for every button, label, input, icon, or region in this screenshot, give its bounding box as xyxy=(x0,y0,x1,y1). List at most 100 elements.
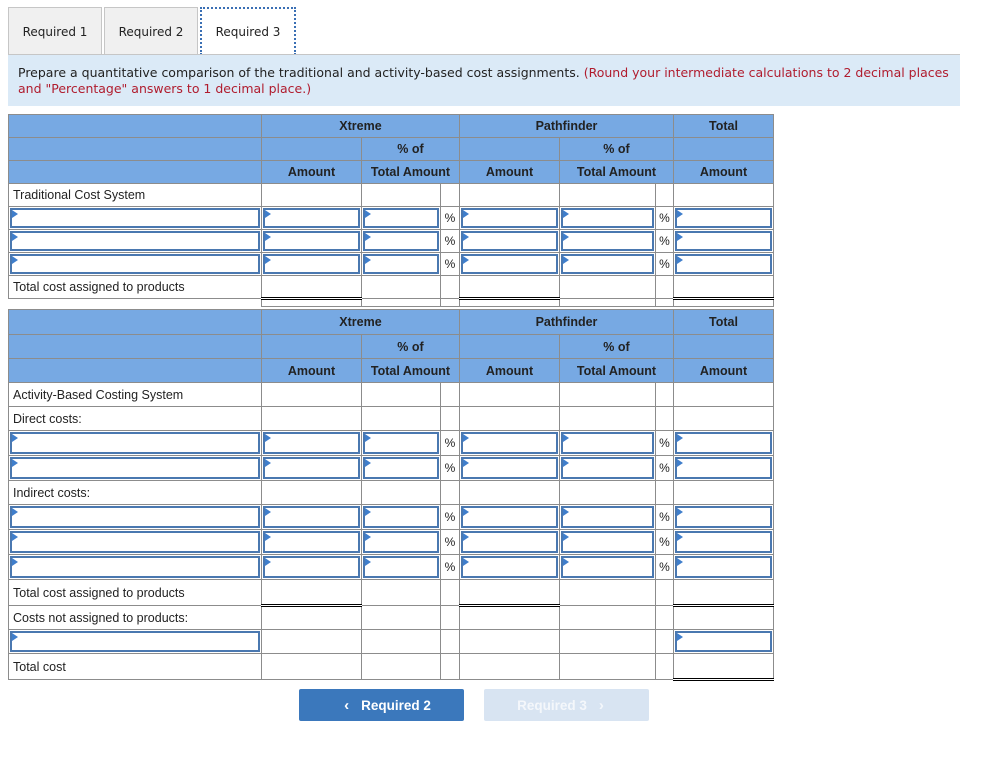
header-row-product: Xtreme Pathfinder Total xyxy=(8,114,774,138)
total-assigned-cell xyxy=(673,579,774,607)
header-pct-of: % of xyxy=(361,334,460,359)
pathfinder-pct-input[interactable] xyxy=(561,231,654,251)
total-row: Total cost assigned to products xyxy=(8,579,774,607)
input-row: % % xyxy=(8,229,774,253)
tab-required-2[interactable]: Required 2 xyxy=(104,7,198,55)
pathfinder-pct-input[interactable] xyxy=(561,432,654,454)
pathfinder-pct-input[interactable] xyxy=(561,457,654,479)
pathfinder-amount-input[interactable] xyxy=(461,506,558,528)
prev-required-2-button[interactable]: ‹ Required 2 xyxy=(299,689,464,721)
pct-symbol: % xyxy=(440,554,460,580)
pct-symbol: % xyxy=(440,529,460,555)
pathfinder-pct-input[interactable] xyxy=(561,208,654,228)
xtreme-pct-input[interactable] xyxy=(363,506,439,528)
tab-required-1[interactable]: Required 1 xyxy=(8,7,102,55)
pct-symbol: % xyxy=(655,529,674,555)
cost-label-input[interactable] xyxy=(10,506,260,528)
total-assigned-label: Total cost assigned to products xyxy=(8,579,262,606)
spacer-row xyxy=(8,298,774,307)
tab-required-3[interactable]: Required 3 xyxy=(200,7,296,55)
pathfinder-total-cell xyxy=(459,579,560,607)
header-amount: Amount xyxy=(459,358,560,383)
total-amount-input[interactable] xyxy=(675,556,772,578)
header-amount: Amount xyxy=(261,160,362,184)
cost-label-input[interactable] xyxy=(10,432,260,454)
pathfinder-pct-input[interactable] xyxy=(561,254,654,274)
header-row-amount: Amount Total Amount Amount Total Amount … xyxy=(8,160,774,184)
pathfinder-amount-input[interactable] xyxy=(461,231,558,251)
xtreme-amount-input[interactable] xyxy=(263,506,360,528)
header-total-amount: Total Amount xyxy=(361,160,460,184)
total-amount-input[interactable] xyxy=(675,254,772,274)
pathfinder-pct-input[interactable] xyxy=(561,556,654,578)
xtreme-pct-input[interactable] xyxy=(363,231,439,251)
next-required-3-button: Required 3 › xyxy=(484,689,649,721)
cost-label-input[interactable] xyxy=(10,254,260,274)
total-cost-cell xyxy=(673,653,774,681)
xtreme-pct-input[interactable] xyxy=(363,254,439,274)
cost-label-input[interactable] xyxy=(10,457,260,479)
pct-symbol: % xyxy=(440,252,460,276)
pct-symbol: % xyxy=(440,504,460,530)
unassigned-cost-label-input[interactable] xyxy=(10,631,260,652)
total-amount-input[interactable] xyxy=(675,531,772,553)
header-total-amount: Total Amount xyxy=(559,160,674,184)
section-title-row: Traditional Cost System xyxy=(8,183,774,207)
pathfinder-amount-input[interactable] xyxy=(461,254,558,274)
cost-label-input[interactable] xyxy=(10,231,260,251)
prev-button-label: Required 2 xyxy=(361,697,431,713)
pct-symbol: % xyxy=(655,206,674,230)
input-row xyxy=(8,629,774,654)
pathfinder-amount-input[interactable] xyxy=(461,457,558,479)
input-row: % % xyxy=(8,430,774,456)
xtreme-amount-input[interactable] xyxy=(263,231,360,251)
cost-label-input[interactable] xyxy=(10,208,260,228)
header-total: Total xyxy=(673,309,774,335)
pathfinder-pct-input[interactable] xyxy=(561,506,654,528)
xtreme-pct-input[interactable] xyxy=(363,531,439,553)
xtreme-amount-input[interactable] xyxy=(263,556,360,578)
pct-symbol: % xyxy=(655,430,674,456)
header-pathfinder: Pathfinder xyxy=(459,114,674,138)
pathfinder-amount-input[interactable] xyxy=(461,208,558,228)
pct-symbol: % xyxy=(440,455,460,481)
xtreme-pct-input[interactable] xyxy=(363,457,439,479)
grand-total-cell xyxy=(673,275,774,300)
costs-not-assigned-label: Costs not assigned to products: xyxy=(8,605,262,630)
subsection-row: Costs not assigned to products: xyxy=(8,605,774,630)
indirect-costs-label: Indirect costs: xyxy=(8,480,262,505)
header-blank xyxy=(8,114,262,138)
pathfinder-amount-input[interactable] xyxy=(461,432,558,454)
pathfinder-amount-input[interactable] xyxy=(461,556,558,578)
xtreme-pct-input[interactable] xyxy=(363,208,439,228)
xtreme-amount-input[interactable] xyxy=(263,432,360,454)
chevron-left-icon: ‹ xyxy=(344,696,350,714)
unassigned-total-input[interactable] xyxy=(675,631,772,652)
header-total-amount: Total Amount xyxy=(361,358,460,383)
header-row-pct: % of % of xyxy=(8,137,774,161)
total-cost-row: Total cost xyxy=(8,653,774,681)
xtreme-amount-input[interactable] xyxy=(263,531,360,553)
pct-symbol: % xyxy=(655,229,674,253)
xtreme-pct-input[interactable] xyxy=(363,556,439,578)
section-title-row: Activity-Based Costing System xyxy=(8,382,774,407)
header-pct-of: % of xyxy=(361,137,460,161)
total-cost-label: Total cost xyxy=(8,653,262,680)
cost-label-input[interactable] xyxy=(10,531,260,553)
xtreme-amount-input[interactable] xyxy=(263,457,360,479)
total-amount-input[interactable] xyxy=(675,457,772,479)
total-amount-input[interactable] xyxy=(675,208,772,228)
pathfinder-amount-input[interactable] xyxy=(461,531,558,553)
xtreme-pct-input[interactable] xyxy=(363,432,439,454)
total-amount-input[interactable] xyxy=(675,506,772,528)
chevron-right-icon: › xyxy=(598,696,604,714)
instructions-panel: Prepare a quantitative comparison of the… xyxy=(8,55,960,106)
cost-label-input[interactable] xyxy=(10,556,260,578)
total-amount-input[interactable] xyxy=(675,231,772,251)
input-row: % % xyxy=(8,529,774,555)
total-amount-input[interactable] xyxy=(675,432,772,454)
xtreme-amount-input[interactable] xyxy=(263,208,360,228)
pathfinder-pct-input[interactable] xyxy=(561,531,654,553)
pct-symbol: % xyxy=(655,252,674,276)
xtreme-amount-input[interactable] xyxy=(263,254,360,274)
